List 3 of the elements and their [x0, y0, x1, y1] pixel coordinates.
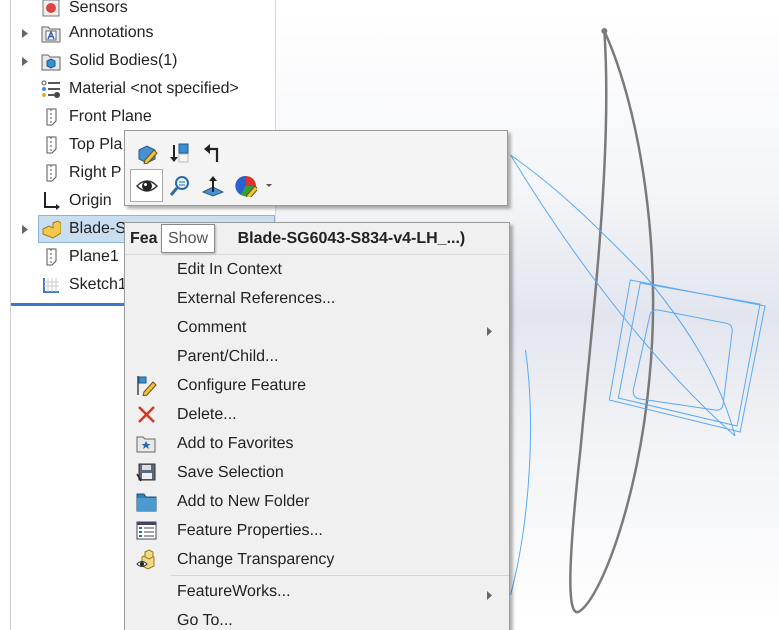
menu-title: Fea: [130, 230, 158, 248]
tooltip: Show: [161, 224, 216, 253]
menu-title: Blade-SG6043-S834-v4-LH_...): [238, 230, 466, 248]
